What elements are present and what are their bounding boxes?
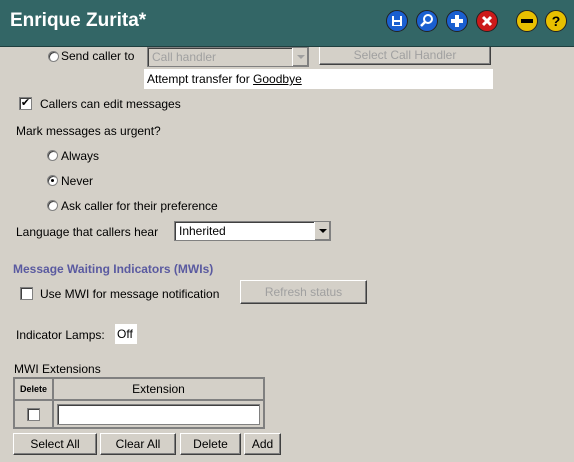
table-row xyxy=(14,400,264,428)
indicator-lamps-value: Off xyxy=(115,324,137,344)
content-area: Send caller to Call handler Select Call … xyxy=(0,47,574,462)
delete-icon[interactable] xyxy=(476,10,498,32)
extension-column-header: Extension xyxy=(53,378,264,400)
urgent-ask-radio[interactable] xyxy=(47,200,58,211)
mwi-extensions-table: Delete Extension xyxy=(13,377,265,429)
delete-button[interactable]: Delete xyxy=(180,433,241,455)
language-label: Language that callers hear xyxy=(16,225,159,239)
help-icon[interactable]: ? xyxy=(545,10,567,32)
urgent-never-label: Never xyxy=(61,174,94,188)
urgent-question: Mark messages as urgent? xyxy=(16,124,161,138)
mwi-extensions-title: MWI Extensions xyxy=(14,362,101,376)
search-icon[interactable] xyxy=(416,10,438,32)
add-icon[interactable] xyxy=(446,10,468,32)
delete-column-header: Delete xyxy=(14,378,53,400)
urgent-never-radio[interactable] xyxy=(47,175,58,186)
select-call-handler-button[interactable]: Select Call Handler xyxy=(319,47,491,65)
use-mwi-checkbox[interactable] xyxy=(20,287,33,300)
chevron-down-icon xyxy=(314,222,330,240)
title-bar: Enrique Zurita* ? xyxy=(0,0,574,47)
select-all-button[interactable]: Select All xyxy=(13,433,97,455)
urgent-always-radio[interactable] xyxy=(47,150,58,161)
call-handler-select[interactable]: Call handler xyxy=(147,47,309,67)
urgent-always-label: Always xyxy=(61,149,100,163)
edit-messages-label: Callers can edit messages xyxy=(40,97,181,111)
row-delete-checkbox[interactable] xyxy=(27,408,40,421)
call-handler-select-value: Call handler xyxy=(152,50,217,64)
delete-cell xyxy=(14,400,53,428)
urgent-ask-label: Ask caller for their preference xyxy=(61,199,218,213)
goodbye-link[interactable]: Goodbye xyxy=(253,72,302,86)
chevron-down-icon xyxy=(292,48,308,66)
attempt-transfer-text: Attempt transfer for xyxy=(147,72,254,86)
extension-input[interactable] xyxy=(57,404,260,425)
indicator-lamps-label: Indicator Lamps: xyxy=(16,328,105,342)
extension-cell xyxy=(53,400,264,428)
collapse-icon[interactable] xyxy=(516,10,538,32)
send-caller-radio[interactable] xyxy=(48,51,59,62)
attempt-transfer-box: Attempt transfer for Goodbye xyxy=(144,69,493,89)
svg-text:?: ? xyxy=(552,13,561,29)
language-select[interactable]: Inherited xyxy=(174,221,331,241)
page-title: Enrique Zurita* xyxy=(10,10,147,31)
use-mwi-label: Use MWI for message notification xyxy=(40,287,220,301)
refresh-status-button[interactable]: Refresh status xyxy=(240,280,367,304)
send-caller-label: Send caller to xyxy=(61,49,135,63)
edit-messages-checkbox[interactable]: ✔ xyxy=(19,97,32,110)
mwi-section-title: Message Waiting Indicators (MWIs) xyxy=(13,262,214,276)
language-select-value: Inherited xyxy=(179,224,226,238)
add-button[interactable]: Add xyxy=(244,433,281,455)
clear-all-button[interactable]: Clear All xyxy=(100,433,176,455)
save-icon[interactable] xyxy=(386,10,408,32)
